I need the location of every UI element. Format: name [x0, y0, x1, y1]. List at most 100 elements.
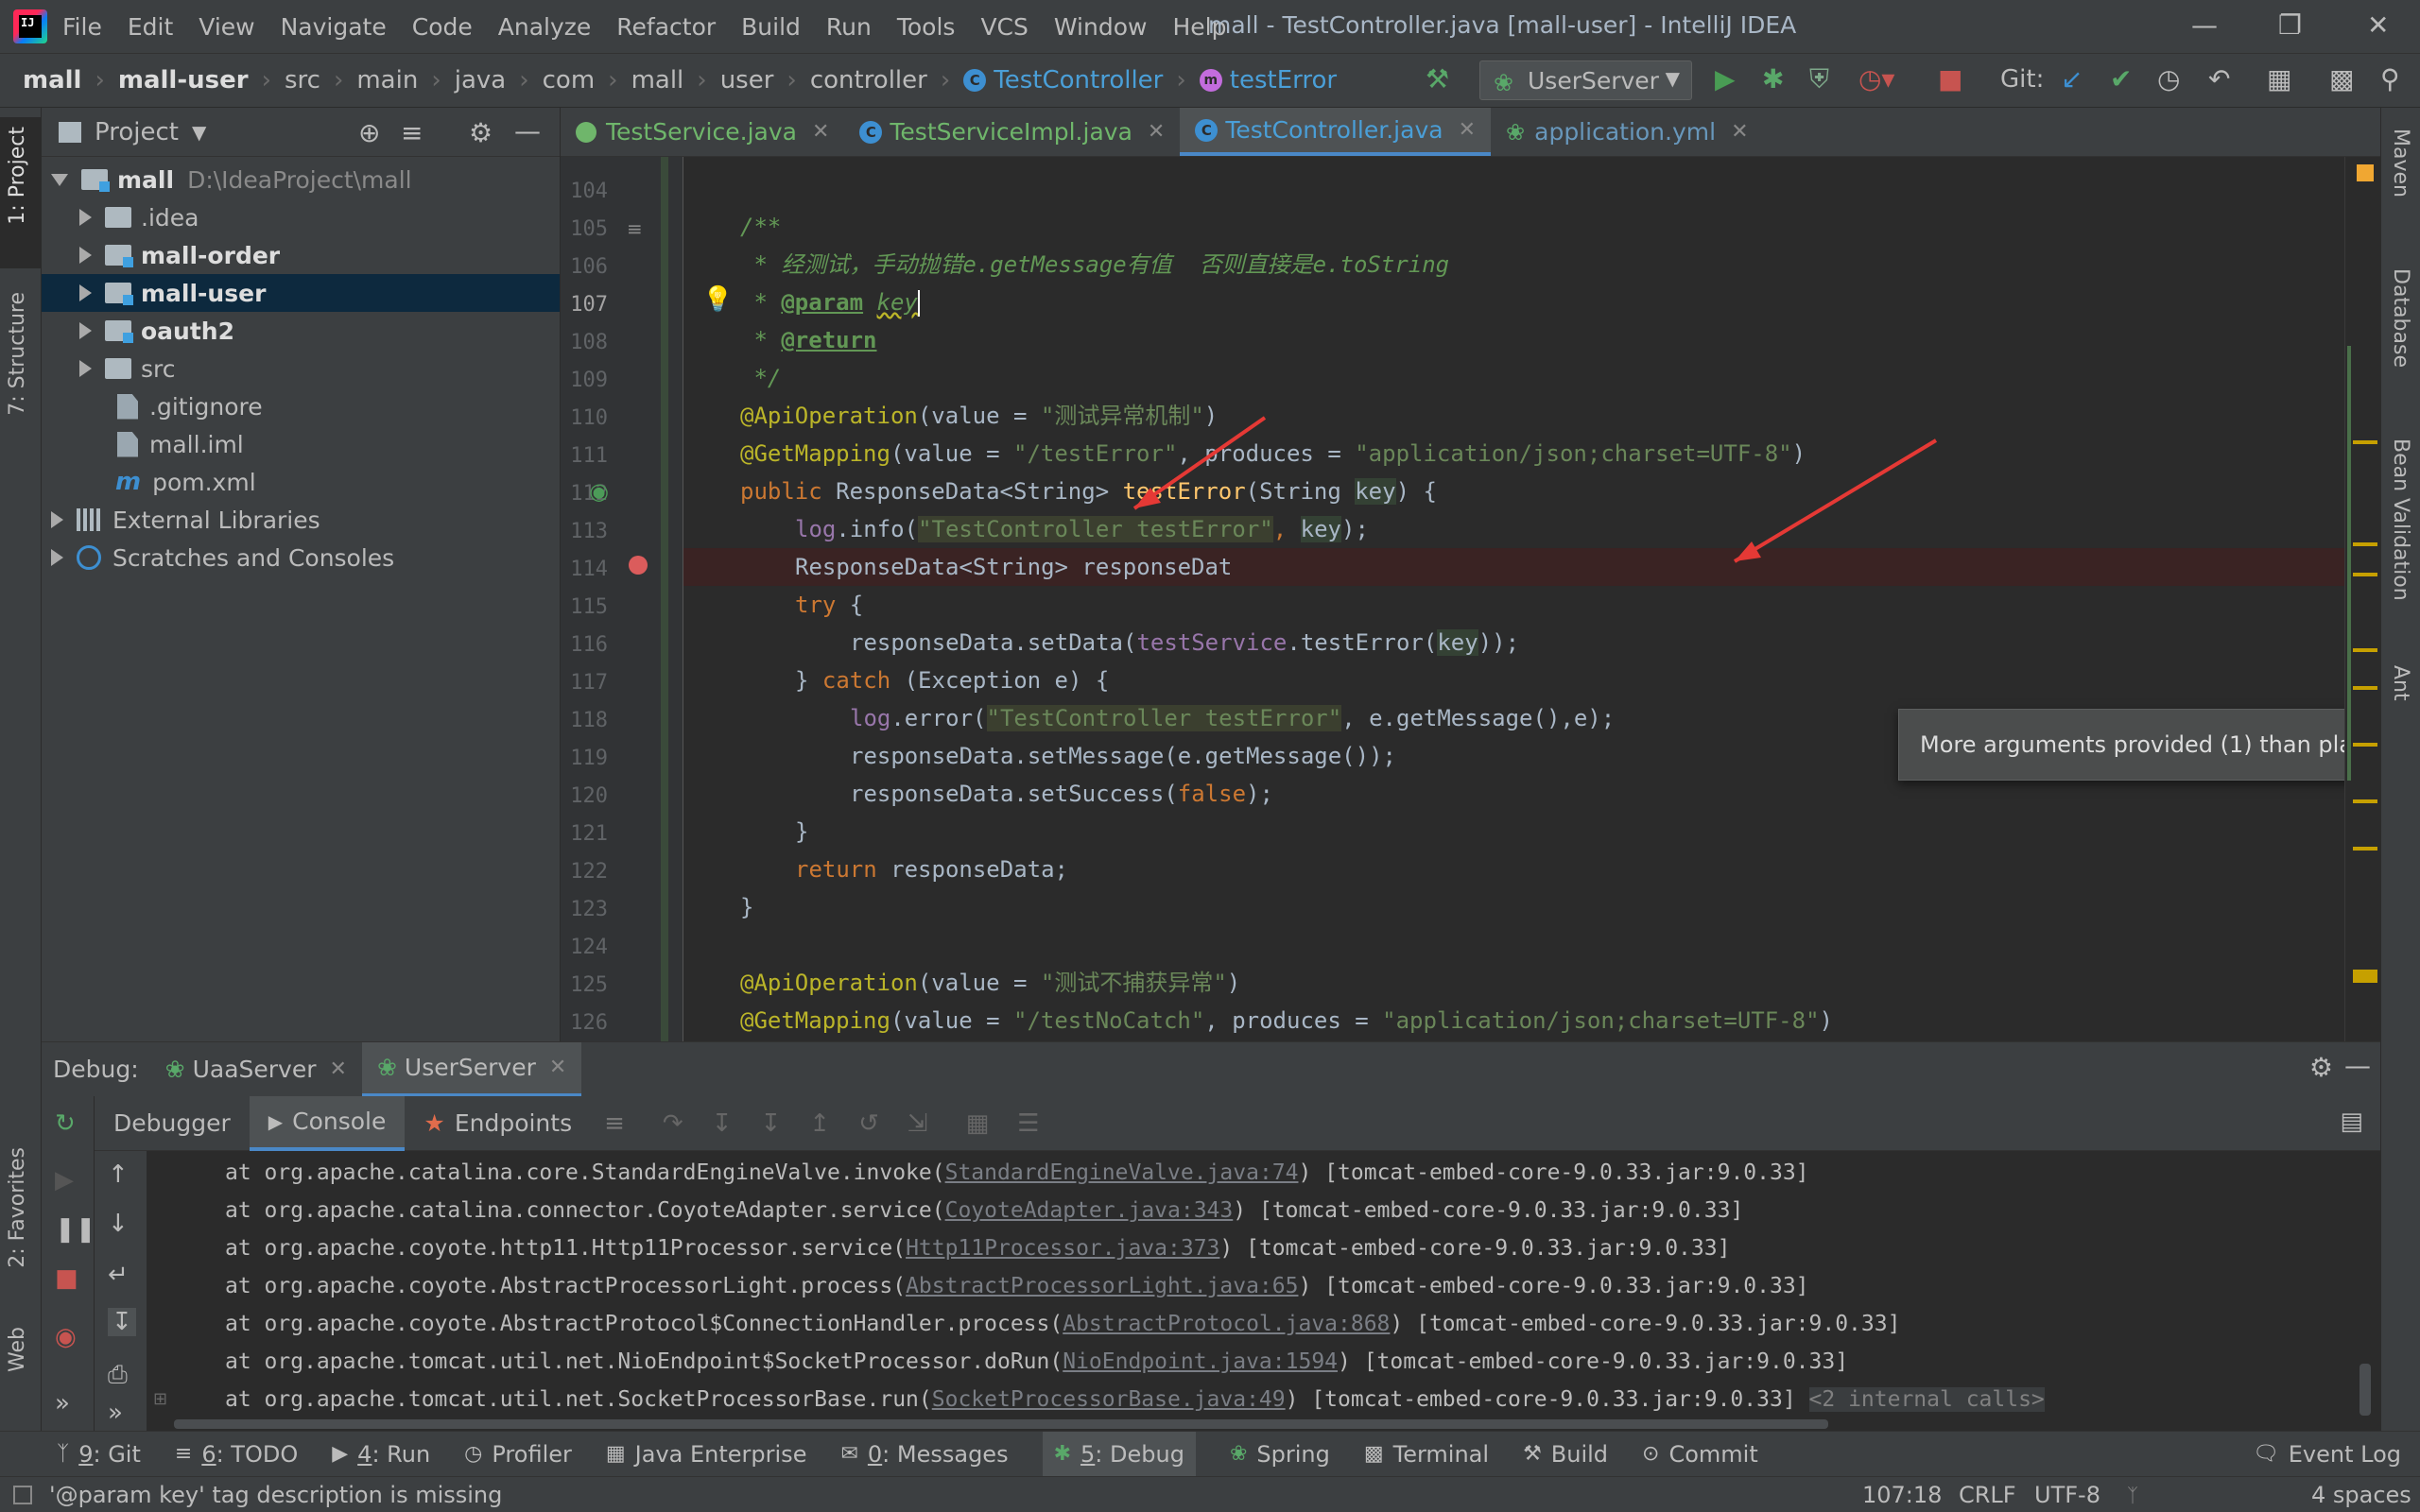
git-commit-icon[interactable]: ✔	[2110, 63, 2132, 94]
close-tab-icon[interactable]: ✕	[1148, 120, 1165, 144]
tool-tab-database[interactable]: Database	[2389, 268, 2412, 368]
breadcrumb-item[interactable]: com ›	[543, 66, 631, 94]
more-icon[interactable]: »	[108, 1399, 123, 1427]
vertical-scrollbar[interactable]	[2360, 1364, 2371, 1416]
rerun-icon[interactable]: ↻	[55, 1109, 76, 1138]
menu-vcs[interactable]: VCS	[980, 13, 1028, 41]
arrow-down-icon[interactable]: ↓	[108, 1210, 129, 1238]
error-stripe[interactable]	[2344, 157, 2380, 1041]
pause-icon[interactable]: ❚❚	[55, 1215, 96, 1244]
project-panel-title[interactable]: Project	[95, 118, 179, 146]
run-to-cursor-icon[interactable]: ⇲	[908, 1109, 928, 1138]
debug-session-uaa[interactable]: ❀ UaaServer ✕	[150, 1042, 362, 1097]
console-output[interactable]: at org.apache.catalina.core.StandardEngi…	[147, 1151, 2380, 1431]
breadcrumb-item[interactable]: main ›	[356, 66, 454, 94]
minimize-icon[interactable]: —	[2191, 9, 2218, 41]
arrow-up-icon[interactable]: ↑	[108, 1160, 129, 1189]
menu-code[interactable]: Code	[412, 13, 473, 41]
step-out-icon[interactable]: ↥	[809, 1109, 830, 1138]
stop-icon[interactable]: ■	[55, 1264, 78, 1293]
tree-node-idea[interactable]: .idea	[42, 198, 560, 236]
close-tab-icon[interactable]: ✕	[330, 1057, 347, 1081]
tool-tab-bean-validation[interactable]: Bean Validation	[2389, 438, 2412, 601]
editor-tab-testcontroller[interactable]: C TestController.java ✕	[1180, 108, 1492, 156]
tool-tab-maven[interactable]: Maven	[2389, 129, 2412, 198]
tool-tab-build[interactable]: ⚒ Build	[1523, 1432, 1608, 1477]
expand-icon[interactable]	[79, 360, 92, 377]
tab-endpoints[interactable]: ★ Endpoints	[405, 1096, 591, 1151]
breadcrumb-item[interactable]: controller ›	[810, 66, 963, 94]
tree-node-external-libraries[interactable]: External Libraries	[42, 501, 560, 539]
stack-trace-link[interactable]: AbstractProcessorLight.java:65	[906, 1274, 1298, 1298]
resume-icon[interactable]: ▶	[55, 1166, 74, 1194]
tool-tab-commit[interactable]: ⊙ Commit	[1642, 1432, 1758, 1477]
tool-tab-run[interactable]: ▶ 4: Run	[332, 1432, 430, 1477]
menu-lines-icon[interactable]: ≡	[604, 1109, 625, 1138]
history-icon[interactable]: ◷	[2157, 63, 2180, 94]
step-over-icon[interactable]: ↷	[663, 1109, 683, 1138]
indent-setting[interactable]: 4 spaces	[2311, 1482, 2411, 1508]
menu-refactor[interactable]: Refactor	[616, 13, 716, 41]
menu-view[interactable]: View	[199, 13, 254, 41]
breadcrumb-item[interactable]: mall ›	[23, 66, 118, 94]
doc-comment-icon[interactable]: ≡	[627, 217, 643, 240]
stack-trace-link[interactable]: Http11Processor.java:373	[906, 1236, 1219, 1261]
gear-icon[interactable]: ⚙	[2309, 1052, 2333, 1083]
menu-file[interactable]: File	[62, 13, 102, 41]
drop-frame-icon[interactable]: ↺	[858, 1109, 879, 1138]
tool-tab-spring[interactable]: ❀ Spring	[1230, 1432, 1330, 1477]
tree-node-gitignore[interactable]: .gitignore	[42, 387, 560, 425]
soft-wrap-icon[interactable]: ↵	[108, 1261, 129, 1289]
tab-debugger[interactable]: Debugger	[95, 1096, 250, 1151]
collapse-all-icon[interactable]: ≡	[401, 117, 423, 148]
menu-run[interactable]: Run	[826, 13, 872, 41]
expand-icon[interactable]	[79, 322, 92, 339]
scroll-to-end-icon[interactable]: ↧	[108, 1308, 136, 1336]
tool-tab-web[interactable]: Web	[6, 1327, 29, 1372]
breadcrumb-item[interactable]: mall-user ›	[118, 66, 285, 94]
stack-trace-link[interactable]: SocketProcessorBase.java:49	[932, 1387, 1286, 1412]
close-tab-icon[interactable]: ✕	[1731, 120, 1748, 144]
tab-console[interactable]: ▶ Console	[249, 1095, 406, 1151]
run-config-select[interactable]: ❀ UserServer ▼	[1479, 60, 1692, 100]
tool-tab-profiler[interactable]: ◷ Profiler	[464, 1432, 572, 1477]
close-window-icon[interactable]: ✕	[2367, 9, 2389, 41]
tool-tab-todo[interactable]: ≡ 6: TODO	[175, 1432, 298, 1477]
coverage-icon[interactable]: ⛨	[1809, 63, 1829, 95]
close-tab-icon[interactable]: ✕	[549, 1056, 566, 1079]
breakpoint-icon[interactable]	[629, 556, 648, 575]
tree-node-src[interactable]: src	[42, 350, 560, 387]
editor-tab-testservice[interactable]: TestService.java ✕	[561, 108, 844, 156]
print-icon[interactable]: ⎙	[108, 1361, 128, 1390]
stop-icon[interactable]: ■	[1938, 63, 1962, 94]
breadcrumb-item[interactable]: java ›	[455, 66, 543, 94]
step-into-icon[interactable]: ↧	[712, 1109, 733, 1138]
tool-tab-git[interactable]: ᛉ9: Git	[57, 1432, 141, 1477]
tool-tab-debug[interactable]: ✱ 5: Debug	[1042, 1431, 1196, 1477]
menu-window[interactable]: Window	[1054, 13, 1148, 41]
endpoint-gutter-icon[interactable]: ◉	[589, 478, 609, 505]
force-step-into-icon[interactable]: ↧	[761, 1109, 782, 1138]
trace-icon[interactable]: ☰	[1017, 1109, 1039, 1138]
rollback-icon[interactable]: ↶	[2208, 63, 2230, 94]
expand-icon[interactable]	[79, 247, 92, 264]
tool-tab-favorites[interactable]: 2: Favorites	[6, 1147, 29, 1268]
menu-analyze[interactable]: Analyze	[498, 13, 592, 41]
file-encoding[interactable]: UTF-8	[2034, 1482, 2100, 1508]
git-branch-icon[interactable]: ᛉ	[2127, 1484, 2138, 1506]
tool-tab-project[interactable]: 1: Project	[6, 127, 29, 225]
profile-icon[interactable]: ◷▾	[1858, 63, 1895, 94]
more-icon[interactable]: »	[55, 1389, 70, 1418]
breadcrumb-item[interactable]: mall ›	[631, 66, 720, 94]
breadcrumb-method[interactable]: m testError	[1199, 66, 1337, 94]
debug-icon[interactable]: ✱	[1762, 63, 1784, 94]
editor-tab-testserviceimpl[interactable]: C TestServiceImpl.java ✕	[844, 108, 1180, 156]
tree-node-oauth2[interactable]: oauth2	[42, 312, 560, 350]
tree-node-root[interactable]: mall D:\IdeaProject\mall	[42, 161, 560, 198]
tool-windows-toggle-icon[interactable]	[13, 1485, 32, 1504]
tool-tab-structure[interactable]: 7: Structure	[6, 292, 29, 416]
tree-node-scratches[interactable]: Scratches and Consoles	[42, 539, 560, 576]
evaluate-icon[interactable]: ▦	[966, 1109, 990, 1138]
tool-tab-java-enterprise[interactable]: ▦ Java Enterprise	[606, 1432, 807, 1477]
search-icon[interactable]: ⚲	[2380, 63, 2400, 94]
